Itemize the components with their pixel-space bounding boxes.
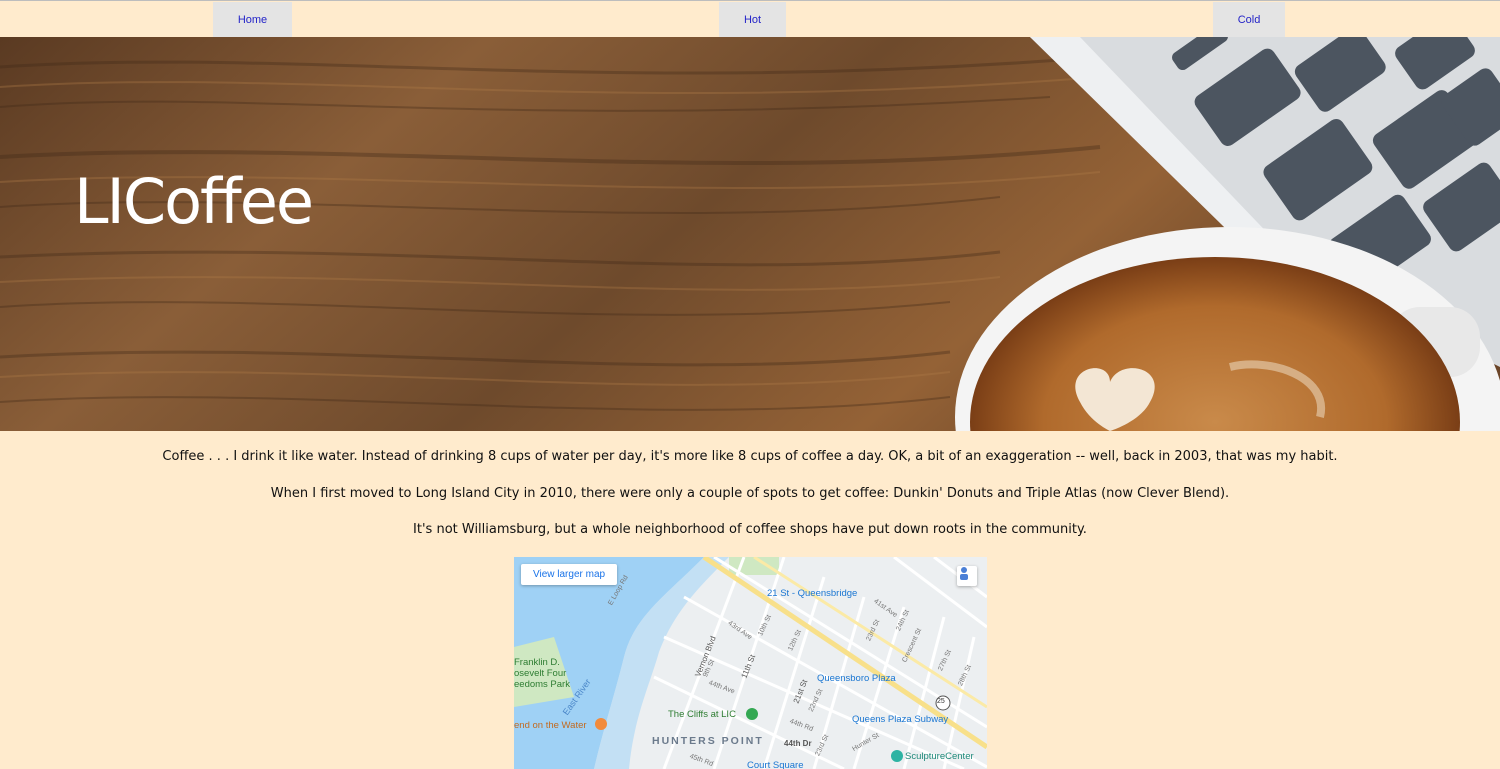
map-label-queens-plaza-subway: Queens Plaza Subway xyxy=(852,714,949,725)
map-label-sculpturecenter: SculptureCenter xyxy=(905,751,974,762)
map-label-queensboro-plaza: Queensboro Plaza xyxy=(817,673,896,684)
map-label-court-square: Court Square xyxy=(747,760,804,769)
map-label-franklin-1: Franklin D. xyxy=(514,657,560,668)
intro-paragraph-3: It's not Williamsburg, but a whole neigh… xyxy=(413,522,1087,537)
intro-paragraph-1: Coffee . . . I drink it like water. Inst… xyxy=(162,449,1338,464)
top-nav: Home Hot Cold xyxy=(0,0,1500,37)
site-title: LICoffee xyxy=(74,165,314,238)
nav-home-link[interactable]: Home xyxy=(213,2,292,37)
view-larger-map-button[interactable]: View larger map xyxy=(521,564,618,585)
map-label-cliffs-at-lic: The Cliffs at LIC xyxy=(668,709,736,720)
map-label-franklin-2: osevelt Four xyxy=(514,668,567,679)
street-view-pegman-icon[interactable] xyxy=(957,566,977,586)
map-label-44th-dr: 44th Dr xyxy=(784,739,812,748)
intro-paragraph-2: When I first moved to Long Island City i… xyxy=(270,486,1230,501)
map-label-franklin-3: eedoms Park xyxy=(514,679,570,690)
map-label-21st-queensbridge: 21 St - Queensbridge xyxy=(767,588,858,599)
nav-cold-link[interactable]: Cold xyxy=(1213,2,1285,37)
embedded-map[interactable]: View larger map 21 St - Queensbridge Que… xyxy=(514,557,987,769)
map-label-route-25: 25 xyxy=(937,698,945,705)
map-label-end-on-the-water: end on the Water xyxy=(514,720,587,731)
hero-banner: LICoffee xyxy=(0,37,1500,431)
nav-hot-link[interactable]: Hot xyxy=(719,2,786,37)
map-label-hunters-point: HUNTERS POINT xyxy=(652,735,764,747)
